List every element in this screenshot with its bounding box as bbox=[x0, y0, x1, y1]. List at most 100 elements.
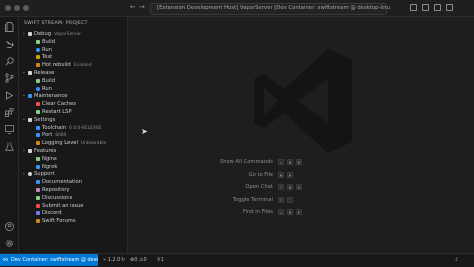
tree-section-debug[interactable]: ⌄ Debug VaporServer bbox=[19, 30, 127, 38]
source-control-icon[interactable] bbox=[3, 72, 15, 84]
keycap: F bbox=[296, 209, 302, 215]
tree-item-test[interactable]: Test bbox=[19, 53, 127, 61]
tree-item-label: Build bbox=[42, 38, 56, 45]
features-icon bbox=[28, 149, 32, 153]
minimize-window-button[interactable] bbox=[14, 5, 20, 11]
remote-label: Dev Container: swiftstream @ desktop-lin… bbox=[11, 257, 98, 263]
tree-item-run[interactable]: Run bbox=[19, 46, 127, 54]
issue-icon bbox=[36, 203, 40, 208]
chevron-down-icon[interactable]: ⌄ bbox=[22, 30, 26, 38]
keycap: ^ bbox=[278, 196, 284, 203]
branch-item[interactable]: ⑂ 1.2.0 bbox=[103, 254, 120, 266]
status-bar: ⋈ Dev Container: swiftstream @ desktop-l… bbox=[0, 253, 474, 267]
extensions-icon[interactable] bbox=[3, 106, 15, 118]
tree-item-description: 6.0.0-RELEASE bbox=[69, 125, 102, 131]
hint-label: Find in Files bbox=[242, 209, 273, 215]
keycap: ⇧ bbox=[278, 159, 284, 165]
command-center-search[interactable]: [Extension Development Host] VaporServer… bbox=[150, 3, 390, 15]
chevron-down-icon[interactable]: ⌄ bbox=[22, 147, 26, 155]
toggle-panel-icon[interactable] bbox=[422, 4, 429, 11]
eye-icon bbox=[28, 71, 32, 75]
tree-section-settings[interactable]: ⌄ Settings bbox=[19, 116, 127, 124]
tree-item-logging-level[interactable]: Logging Level Unbearable bbox=[19, 139, 127, 147]
tree-item-label: Test bbox=[42, 54, 53, 61]
tree-item-discussions[interactable]: Discussions bbox=[19, 194, 127, 202]
tree-item-label: Features bbox=[34, 148, 57, 154]
problems-item[interactable]: ⊗0 ⚠0 bbox=[130, 254, 147, 266]
vscode-watermark-logo bbox=[254, 49, 352, 153]
tree-item-documentation[interactable]: Documentation bbox=[19, 178, 127, 186]
activity-bar bbox=[0, 17, 19, 253]
tree-item-label: Run bbox=[42, 85, 52, 92]
tree-item-restart-lsp[interactable]: Restart LSP bbox=[19, 108, 127, 116]
title-bar: ← → [Extension Development Host] VaporSe… bbox=[0, 0, 474, 17]
tree-section-maintenance[interactable]: ⌄ Maintenance bbox=[19, 92, 127, 100]
tree-section-support[interactable]: ⌄ Support bbox=[19, 170, 127, 178]
tree-item-repository[interactable]: Repository bbox=[19, 186, 127, 194]
keycap: ⌘ bbox=[278, 171, 284, 178]
sync-icon[interactable]: ↻ bbox=[121, 254, 125, 266]
tree-item-run[interactable]: Run bbox=[19, 85, 127, 93]
toggle-secondary-sidebar-icon[interactable] bbox=[434, 4, 441, 11]
tree-item-label: Release bbox=[34, 70, 55, 76]
keycap: ` bbox=[287, 196, 293, 203]
customize-layout-icon[interactable] bbox=[446, 4, 453, 11]
explorer-icon[interactable] bbox=[3, 21, 15, 33]
tree-item-label: Debug bbox=[34, 31, 52, 37]
port-icon bbox=[36, 133, 40, 138]
keycap: ⌘ bbox=[287, 209, 293, 215]
tools-icon bbox=[28, 94, 32, 99]
hint-go-to-file: Go to File ⌘ P bbox=[188, 171, 338, 179]
tree-item-ngrok[interactable]: Ngrok bbox=[19, 163, 127, 171]
ngrok-icon bbox=[36, 164, 40, 169]
tree-item-port[interactable]: Port 8080 bbox=[19, 131, 127, 139]
tree-item-label: Clear Caches bbox=[42, 101, 77, 108]
tree-item-hot-rebuild[interactable]: Hot rebuild Enabled bbox=[19, 61, 127, 69]
tree-item-label: Toolchain bbox=[42, 124, 67, 131]
search-icon[interactable] bbox=[3, 55, 15, 67]
tree-item-nginx[interactable]: Nginx bbox=[19, 155, 127, 163]
tree-item-toolchain[interactable]: Toolchain 6.0.0-RELEASE bbox=[19, 124, 127, 132]
trash-icon bbox=[36, 102, 40, 107]
chevron-down-icon[interactable]: ⌄ bbox=[22, 116, 26, 124]
tree-item-submit-an-issue[interactable]: Submit an issue bbox=[19, 202, 127, 210]
back-arrow-icon[interactable]: ← bbox=[130, 3, 136, 11]
toggle-primary-sidebar-icon[interactable] bbox=[410, 4, 417, 11]
remote-indicator[interactable]: ⋈ Dev Container: swiftstream @ desktop-l… bbox=[0, 254, 98, 266]
tree-item-build[interactable]: Build bbox=[19, 38, 127, 46]
tree-item-description: 8080 bbox=[55, 133, 67, 139]
hint-label: Go to File bbox=[248, 171, 273, 178]
notifications-bell-icon[interactable]: ♪ bbox=[455, 254, 458, 266]
nginx-icon bbox=[36, 156, 40, 161]
hint-toggle-terminal: Toggle Terminal ^ ` bbox=[188, 196, 338, 204]
run-and-debug-icon[interactable] bbox=[3, 89, 15, 101]
close-window-button[interactable] bbox=[5, 5, 11, 11]
tree-section-features[interactable]: ⌄ Features bbox=[19, 147, 127, 155]
tree-section-release[interactable]: ⌄ Release bbox=[19, 69, 127, 77]
zoom-window-button[interactable] bbox=[23, 5, 29, 11]
tree-item-label: Repository bbox=[42, 187, 70, 193]
remote-explorer-icon[interactable] bbox=[3, 123, 15, 135]
tree-item-label: Submit an issue bbox=[42, 202, 84, 209]
ports-item[interactable]: ⚲1 bbox=[157, 254, 164, 266]
chevron-down-icon[interactable]: ⌄ bbox=[22, 92, 26, 100]
tree-item-label: Support bbox=[34, 171, 55, 178]
manage-gear-icon[interactable] bbox=[3, 237, 15, 249]
mouse-cursor-icon: ➤ bbox=[141, 127, 148, 136]
tree-item-swift-forums[interactable]: Swift Forums bbox=[19, 217, 127, 225]
tree-item-label: Documentation bbox=[42, 179, 82, 186]
forward-arrow-icon[interactable]: → bbox=[139, 3, 145, 11]
swift-stream-icon[interactable] bbox=[3, 38, 15, 50]
testing-icon[interactable] bbox=[3, 140, 15, 152]
play-icon bbox=[36, 86, 40, 91]
tree-item-discord[interactable]: Discord bbox=[19, 209, 127, 217]
chevron-down-icon[interactable]: ⌄ bbox=[22, 170, 26, 178]
tree-item-build[interactable]: Build bbox=[19, 77, 127, 85]
tree-item-label: Maintenance bbox=[34, 93, 68, 100]
tree-item-label: Hot rebuild bbox=[42, 62, 71, 69]
tree-item-label: Nginx bbox=[42, 155, 57, 162]
chevron-down-icon[interactable]: ⌄ bbox=[22, 69, 26, 77]
hint-show-all-commands: Show All Commands ⇧ ⌘ P bbox=[188, 158, 338, 166]
accounts-icon[interactable] bbox=[3, 220, 15, 232]
tree-item-clear-caches[interactable]: Clear Caches bbox=[19, 100, 127, 108]
